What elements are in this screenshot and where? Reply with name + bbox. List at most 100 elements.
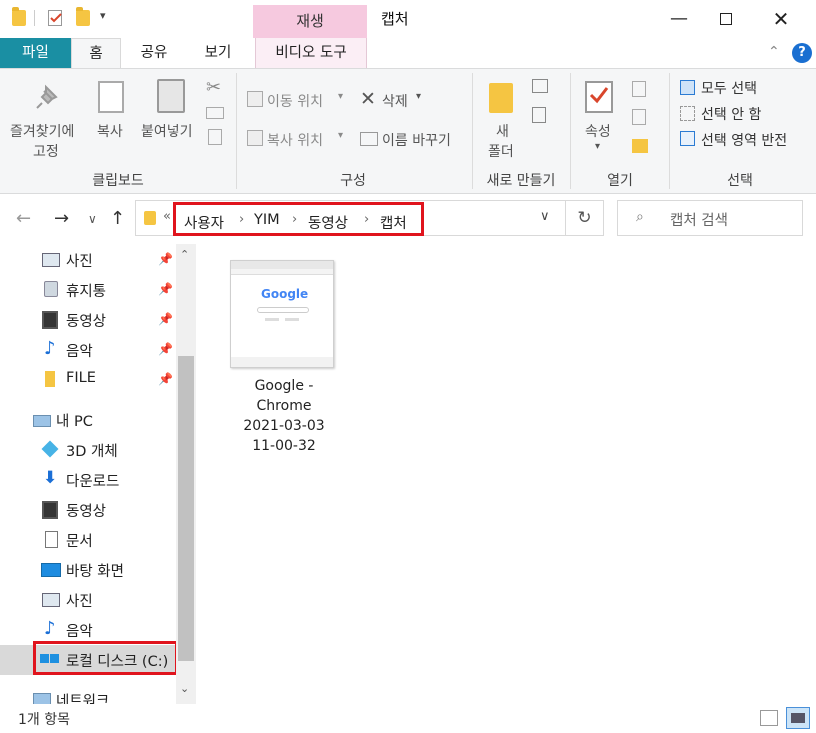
select-all-button[interactable]: 모두 선택 xyxy=(701,78,757,98)
tab-view[interactable]: 보기 xyxy=(190,38,246,68)
recent-locations-icon[interactable]: ∨ xyxy=(88,212,97,226)
crumb-users[interactable]: 사용자 xyxy=(184,212,224,233)
pin-icon[interactable]: 📌 xyxy=(158,252,173,266)
pin-icon[interactable]: 📌 xyxy=(158,372,173,386)
overflow-crumb[interactable]: « xyxy=(163,209,171,224)
help-icon[interactable]: ? xyxy=(792,43,812,63)
nav-item-videos-pc[interactable]: 동영상 xyxy=(0,495,176,525)
back-arrow-icon[interactable]: ← xyxy=(16,208,31,229)
chevron-down-icon: ▾ xyxy=(338,91,344,102)
file-thumbnail[interactable]: Google xyxy=(230,260,334,368)
nav-item-desktop[interactable]: 바탕 화면 xyxy=(0,555,176,585)
tab-share[interactable]: 공유 xyxy=(128,38,180,68)
file-name-line[interactable]: Google - xyxy=(226,378,342,394)
rename-button[interactable]: 이름 바꾸기 xyxy=(382,130,451,150)
pictures-icon xyxy=(42,593,60,607)
refresh-icon[interactable]: ↻ xyxy=(566,200,604,236)
nav-item-recycle-bin[interactable]: 휴지통 📌 xyxy=(0,275,176,305)
nav-item-pictures[interactable]: 사진 📌 xyxy=(0,245,176,275)
file-name-line[interactable]: Chrome xyxy=(226,398,342,414)
properties-button[interactable]: 속성 xyxy=(585,121,611,141)
nav-label: 네트워크 xyxy=(56,694,110,704)
nav-item-videos[interactable]: 동영상 📌 xyxy=(0,305,176,335)
search-box[interactable]: ⌕ 캡처 검색 xyxy=(617,200,803,236)
minimize-icon[interactable]: — xyxy=(656,0,702,38)
address-dropdown-icon[interactable]: ∨ xyxy=(540,209,550,224)
scrollbar-thumb[interactable] xyxy=(178,356,194,661)
tab-file[interactable]: 파일 xyxy=(0,38,71,68)
new-folder-label-2[interactable]: 폴더 xyxy=(488,141,514,161)
open-icon[interactable] xyxy=(632,81,646,97)
nav-item-documents[interactable]: 문서 xyxy=(0,525,176,555)
easy-access-icon[interactable] xyxy=(532,107,546,123)
maximize-icon[interactable] xyxy=(702,0,748,38)
pin-icon[interactable]: 📌 xyxy=(158,282,173,296)
music-icon: ♪ xyxy=(44,618,56,639)
properties-check-icon[interactable] xyxy=(48,10,62,26)
new-folder-label-1[interactable]: 새 xyxy=(496,121,509,141)
videos-icon xyxy=(42,311,58,329)
highlight-box xyxy=(33,641,178,675)
browser-toolbar xyxy=(231,269,333,275)
nav-item-music[interactable]: ♪ 음악 📌 xyxy=(0,335,176,365)
thumb-button xyxy=(285,318,299,321)
pin-icon[interactable]: 📌 xyxy=(158,312,173,326)
nav-item-file[interactable]: FILE 📌 xyxy=(0,365,176,395)
status-bar: 1개 항목 xyxy=(0,704,816,733)
chevron-down-icon: ▾ xyxy=(416,91,422,102)
nav-item-pictures-pc[interactable]: 사진 xyxy=(0,585,176,615)
pin-quick-access-label-1[interactable]: 즐겨찾기에 xyxy=(10,121,74,141)
details-view-icon[interactable] xyxy=(760,710,778,726)
tab-video-tools[interactable]: 비디오 도구 xyxy=(255,38,367,68)
move-to-button[interactable]: 이동 위치 xyxy=(267,91,323,111)
up-arrow-icon[interactable]: ↑ xyxy=(110,208,125,229)
nav-label: 휴지통 xyxy=(66,284,107,300)
nav-item-downloads[interactable]: ⬇ 다운로드 xyxy=(0,465,176,495)
scroll-up-icon[interactable]: ⌃ xyxy=(180,248,189,261)
chevron-right-icon[interactable]: › xyxy=(364,212,369,227)
cut-icon[interactable]: ✂ xyxy=(206,77,221,98)
nav-item-3d-objects[interactable]: 3D 개체 xyxy=(0,435,176,465)
chevron-right-icon[interactable]: › xyxy=(239,212,244,227)
nav-label: 다운로드 xyxy=(66,474,120,490)
nav-item-network[interactable]: 네트워크 xyxy=(0,685,176,704)
invert-selection-button[interactable]: 선택 영역 반전 xyxy=(701,130,787,150)
properties-icon xyxy=(585,81,613,113)
scroll-down-icon[interactable]: ⌄ xyxy=(180,682,189,695)
delete-button[interactable]: 삭제 xyxy=(382,91,408,111)
thumb-logo: Google xyxy=(261,287,309,301)
divider xyxy=(669,73,670,189)
edit-icon[interactable] xyxy=(632,109,646,125)
tab-home[interactable]: 홈 xyxy=(71,38,121,69)
crumb-capture[interactable]: 캡처 xyxy=(380,212,407,233)
title-bar: ▾ 재생 캡처 — ✕ xyxy=(0,0,816,38)
3d-objects-icon xyxy=(41,440,59,458)
customize-toolbar-icon[interactable]: ▾ xyxy=(100,9,106,22)
nav-item-this-pc[interactable]: 내 PC xyxy=(0,405,176,435)
pin-icon[interactable]: 📌 xyxy=(158,342,173,356)
history-icon[interactable] xyxy=(632,139,648,153)
forward-arrow-icon[interactable]: → xyxy=(54,208,69,229)
select-none-button[interactable]: 선택 안 함 xyxy=(701,104,761,124)
close-icon[interactable]: ✕ xyxy=(758,0,804,38)
new-folder-icon[interactable] xyxy=(76,7,90,26)
item-count: 1개 항목 xyxy=(18,712,70,728)
music-icon: ♪ xyxy=(44,338,56,359)
paste-shortcut-icon[interactable] xyxy=(208,129,222,145)
copy-path-icon[interactable] xyxy=(206,107,224,119)
large-icons-view-icon[interactable] xyxy=(786,707,810,729)
collapse-ribbon-icon[interactable]: ⌃ xyxy=(768,44,780,60)
copy-button[interactable]: 복사 xyxy=(97,121,123,141)
chevron-right-icon[interactable]: › xyxy=(292,212,297,227)
file-name-line[interactable]: 2021-03-03 xyxy=(226,418,342,434)
new-item-icon[interactable] xyxy=(532,79,548,93)
crumb-videos[interactable]: 동영상 xyxy=(308,212,348,233)
new-folder-icon xyxy=(489,83,513,113)
crumb-yim[interactable]: YIM xyxy=(254,212,280,228)
paste-button[interactable]: 붙여넣기 xyxy=(141,121,193,141)
file-name-line[interactable]: 11-00-32 xyxy=(226,438,342,454)
pin-quick-access-label-2[interactable]: 고정 xyxy=(33,141,59,161)
nav-label: 음악 xyxy=(66,624,93,640)
nav-label: 바탕 화면 xyxy=(66,564,124,580)
copy-to-button[interactable]: 복사 위치 xyxy=(267,130,323,150)
